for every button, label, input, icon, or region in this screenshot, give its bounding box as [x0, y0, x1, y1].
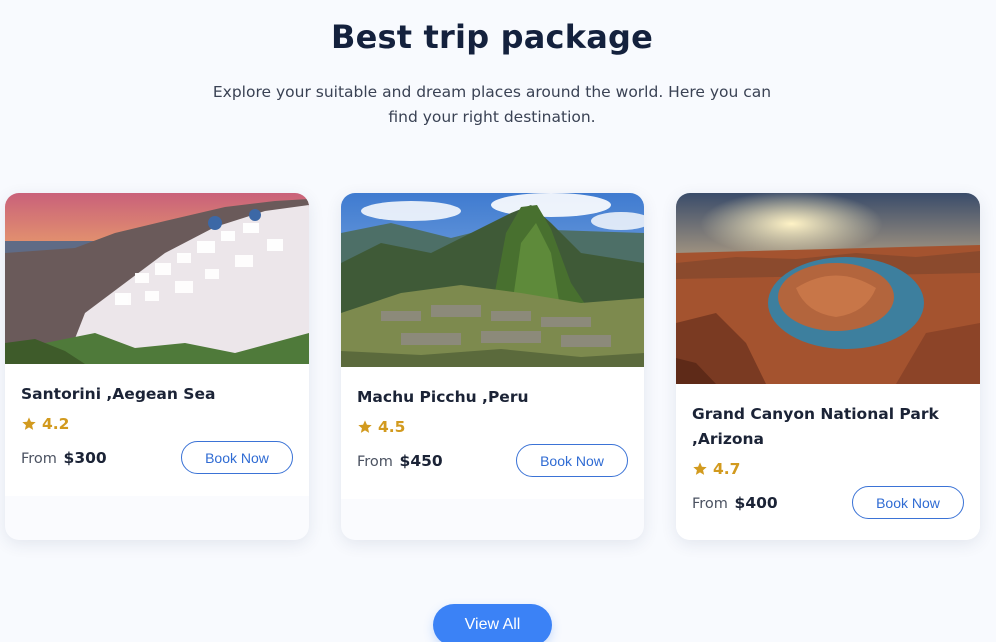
package-name: Machu Picchu ,Peru	[357, 388, 529, 406]
santorini-photo	[5, 193, 309, 364]
star-icon	[693, 462, 707, 475]
book-now-button[interactable]: Book Now	[181, 441, 293, 474]
price-row: From $300 Book Now	[21, 441, 293, 474]
package-card-machu-picchu[interactable]: Machu Picchu ,Peru 4.5 From $450 Book No…	[341, 193, 644, 540]
rating-value: 4.2	[42, 415, 70, 433]
package-card-santorini[interactable]: Santorini ,Aegean Sea 4.2 From $300 Book…	[5, 193, 309, 540]
card-body: Santorini ,Aegean Sea 4.2 From $300 Book…	[5, 364, 309, 496]
grand-canyon-photo	[676, 193, 980, 384]
price: From $450	[357, 452, 443, 470]
rating-value: 4.7	[713, 460, 741, 478]
rating: 4.2	[21, 415, 293, 433]
subtitle-line-1: Explore your suitable and dream places a…	[212, 83, 772, 101]
price-value: $400	[734, 493, 778, 512]
section-subtitle: Explore your suitable and dream places a…	[200, 80, 784, 130]
price-row: From $450 Book Now	[357, 444, 628, 477]
price: From $400	[692, 494, 778, 512]
card-body: Machu Picchu ,Peru 4.5 From $450 Book No…	[341, 367, 644, 499]
package-name: Santorini ,Aegean Sea	[21, 385, 216, 403]
package-card-grand-canyon[interactable]: Grand Canyon National Park ,Arizona 4.7 …	[676, 193, 980, 540]
price: From $300	[21, 449, 107, 467]
section-title: Best trip package	[330, 18, 654, 56]
book-now-button[interactable]: Book Now	[852, 486, 964, 519]
price-value: $300	[63, 448, 107, 467]
book-now-button[interactable]: Book Now	[516, 444, 628, 477]
card-body: Grand Canyon National Park ,Arizona 4.7 …	[676, 384, 980, 540]
star-icon	[358, 420, 372, 433]
package-name-line-1: Grand Canyon National Park	[692, 405, 939, 423]
view-all-button[interactable]: View All	[433, 604, 552, 642]
price-from-label: From	[692, 495, 728, 512]
subtitle-line-2: find your right destination.	[388, 108, 596, 126]
price-from-label: From	[357, 453, 393, 470]
price-from-label: From	[21, 450, 57, 467]
rating: 4.7	[692, 460, 964, 478]
price-value: $450	[399, 451, 443, 470]
package-name: Grand Canyon National Park ,Arizona	[692, 402, 964, 452]
star-icon	[22, 417, 36, 430]
price-row: From $400 Book Now	[692, 486, 964, 519]
machu-picchu-photo	[341, 193, 644, 367]
rating: 4.5	[357, 418, 628, 436]
package-name-line-2: ,Arizona	[692, 430, 765, 448]
rating-value: 4.5	[378, 418, 406, 436]
